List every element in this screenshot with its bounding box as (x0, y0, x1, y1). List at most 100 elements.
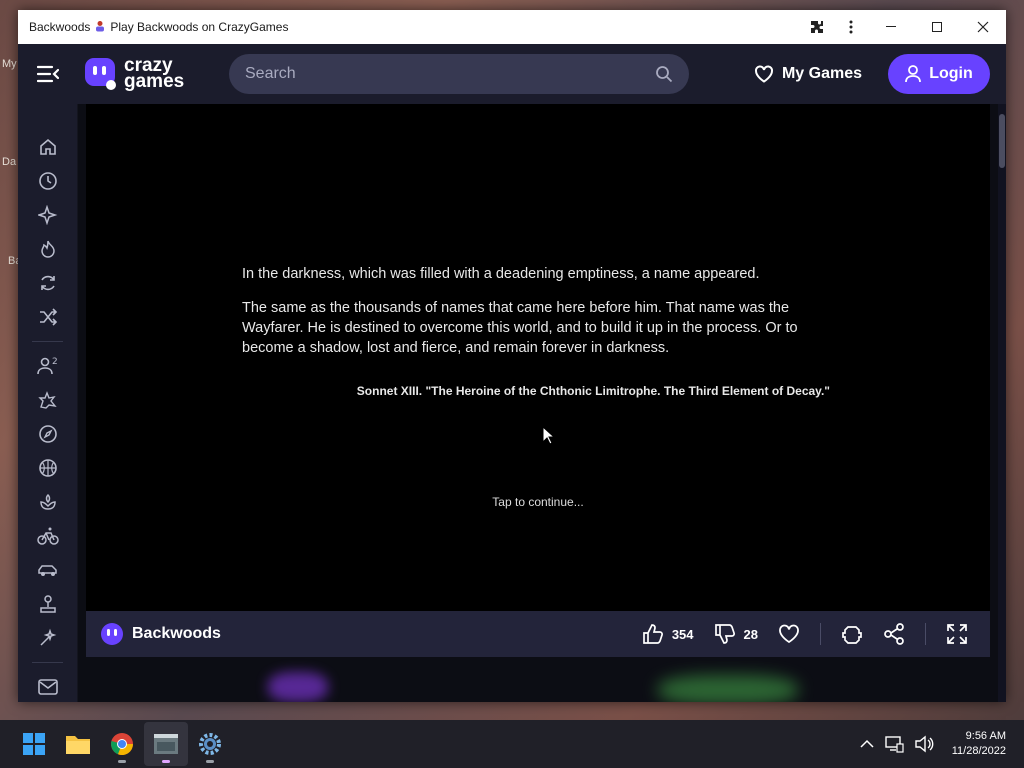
users-icon[interactable]: 2 (18, 349, 77, 383)
folder-icon (66, 736, 90, 754)
story-paragraph-1: In the darkness, which was filled with a… (242, 266, 760, 282)
refresh-icon[interactable] (18, 266, 77, 300)
settings-button[interactable] (188, 722, 232, 766)
story-paragraph-2: The same as the thousands of names that … (242, 300, 798, 356)
game-actions: 354 28 (634, 623, 976, 645)
chrome-icon (111, 733, 134, 756)
compass-icon[interactable] (18, 417, 77, 451)
game-thumbnail-icon (154, 734, 178, 754)
logo-wordmark: crazy games (124, 56, 185, 92)
dislike-count: 28 (743, 626, 758, 642)
search-input[interactable]: Search (229, 54, 689, 94)
my-games-button[interactable]: My Games (754, 65, 862, 83)
scrollbar-thumb[interactable] (999, 114, 1005, 168)
magic-icon[interactable] (18, 621, 77, 655)
toolbar-divider (820, 623, 821, 645)
desktop-label-fragment: Da (2, 156, 17, 168)
game-canvas[interactable]: In the darkness, which was filled with a… (86, 104, 990, 611)
fire-icon[interactable] (18, 232, 77, 266)
report-button[interactable] (833, 623, 871, 645)
thumbs-up-icon (642, 624, 663, 644)
shuffle-icon[interactable] (18, 300, 77, 334)
top-navigation: crazy games Search My Games Login (18, 44, 1006, 104)
game-title: Backwoods (100, 622, 221, 646)
dislike-button[interactable]: 28 (706, 623, 766, 645)
favorite-button[interactable] (770, 624, 808, 644)
joystick-icon[interactable] (18, 587, 77, 621)
flower-icon[interactable] (18, 485, 77, 519)
mouse-cursor-icon (542, 425, 556, 451)
my-games-label: My Games (781, 65, 862, 82)
page-scrollbar[interactable] (998, 104, 1006, 702)
file-explorer-button[interactable] (56, 722, 100, 766)
story-text: In the darkness, which was filled with a… (242, 264, 842, 372)
bicycle-icon[interactable] (18, 519, 77, 553)
person-icon (94, 20, 106, 35)
system-tray: 9:56 AM 11/28/2022 (860, 729, 1024, 759)
crazygames-logo[interactable]: crazy games (84, 56, 229, 92)
clock-date: 11/28/2022 (951, 745, 1006, 757)
search-icon[interactable] (655, 65, 673, 83)
login-button[interactable]: Login (888, 54, 990, 94)
home-icon[interactable] (18, 130, 77, 164)
gear-icon (199, 733, 221, 755)
user-icon (905, 65, 922, 83)
crazygames-small-logo-icon (101, 623, 123, 645)
game-thumbnail-glow (268, 672, 328, 702)
sidebar-toggle-button[interactable] (18, 44, 78, 104)
running-indicator (118, 760, 126, 763)
sparkle-icon[interactable] (18, 198, 77, 232)
game-title-label: Backwoods (132, 625, 221, 642)
share-button[interactable] (875, 623, 913, 645)
share-icon (884, 623, 904, 645)
game-window-button[interactable] (144, 722, 188, 766)
clock-time: 9:56 AM (965, 730, 1006, 742)
thumbs-down-icon (714, 624, 735, 644)
basketball-icon[interactable] (18, 451, 77, 485)
active-indicator (162, 760, 170, 763)
game-thumbnail-glow (658, 675, 798, 702)
clock[interactable]: 9:56 AM 11/28/2022 (952, 729, 1006, 759)
maximize-button[interactable] (914, 10, 960, 44)
search-placeholder: Search (245, 65, 296, 82)
svg-text:2: 2 (52, 357, 58, 367)
close-button[interactable] (960, 10, 1006, 44)
page-below-game (78, 665, 998, 702)
browser-window: Backwoods Play Backwoods on CrazyGames c… (18, 10, 1006, 702)
chevron-up-icon[interactable] (860, 739, 874, 749)
like-count: 354 (671, 626, 694, 642)
extensions-icon[interactable] (800, 10, 834, 44)
sonnet-caption: Sonnet XIII. "The Heroine of the Chthoni… (356, 384, 830, 398)
volume-icon[interactable] (914, 735, 934, 753)
windows-logo-icon (23, 733, 45, 755)
minimize-button[interactable] (868, 10, 914, 44)
clock-icon[interactable] (18, 164, 77, 198)
title-bar: Backwoods Play Backwoods on CrazyGames (18, 10, 1006, 44)
car-icon[interactable] (18, 553, 77, 587)
sidebar-divider (32, 341, 63, 342)
tap-to-continue[interactable]: Tap to continue... (86, 495, 990, 509)
like-button[interactable]: 354 (634, 623, 702, 645)
desktop-label-fragment: My (2, 58, 17, 70)
windows-taskbar: 9:56 AM 11/28/2022 (0, 720, 1024, 768)
crazygames-logo-icon (85, 58, 116, 90)
login-label: Login (929, 65, 973, 82)
chrome-button[interactable] (100, 722, 144, 766)
start-button[interactable] (12, 722, 56, 766)
window-title-game: Backwoods (29, 20, 91, 34)
explosion-icon[interactable] (18, 383, 77, 417)
category-sidebar: 2 (18, 104, 78, 702)
heart-icon (754, 65, 773, 83)
network-icon[interactable] (884, 735, 904, 753)
window-title: Backwoods Play Backwoods on CrazyGames (29, 20, 800, 35)
fullscreen-button[interactable] (938, 623, 976, 645)
sidebar-divider (32, 662, 63, 663)
toolbar-divider (925, 623, 926, 645)
main-content: In the darkness, which was filled with a… (78, 104, 1006, 702)
more-menu-icon[interactable] (834, 10, 868, 44)
logo-line-2: games (124, 71, 185, 92)
game-toolbar: Backwoods 354 28 (86, 611, 990, 657)
fullscreen-icon (947, 624, 967, 644)
heart-icon (779, 624, 799, 644)
mail-icon[interactable] (18, 670, 77, 702)
